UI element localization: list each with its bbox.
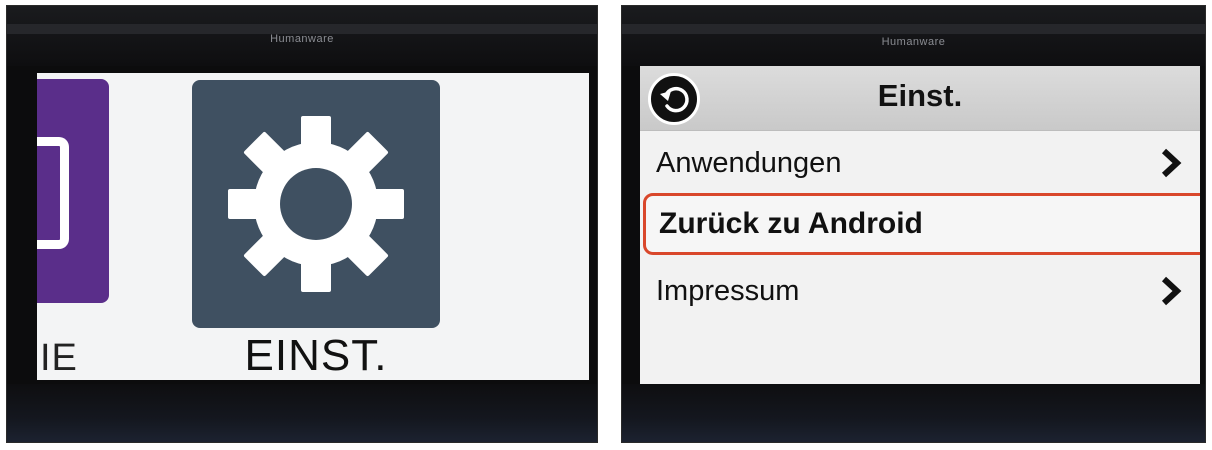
document-icon: [37, 137, 69, 249]
app-label-previous: IE: [40, 337, 78, 379]
app-label-settings: EINST.: [244, 331, 388, 380]
settings-screen: Einst. Anwendungen Zurück zu Android Imp…: [640, 66, 1200, 384]
right-device-photo: Humanware Einst. Anwendungen Zurück zu A…: [621, 5, 1206, 443]
app-tile-previous[interactable]: [37, 79, 109, 303]
menu-item-impressum[interactable]: Impressum: [640, 260, 1200, 322]
menu-item-zurueck-zu-android[interactable]: Zurück zu Android: [643, 193, 1200, 255]
brand-logo: Humanware: [881, 36, 946, 48]
chevron-right-icon: [1161, 276, 1182, 306]
left-device-photo: Humanware IE EINST.: [6, 5, 598, 443]
settings-header: Einst.: [640, 66, 1200, 131]
bottom-bezel: [622, 384, 1205, 442]
app-tile-settings[interactable]: [192, 80, 440, 328]
menu-item-label: Anwendungen: [656, 146, 842, 179]
app-carousel-screen: IE EINST.: [37, 73, 589, 380]
menu-item-anwendungen[interactable]: Anwendungen: [640, 132, 1200, 194]
menu-item-label: Zurück zu Android: [659, 207, 923, 240]
brand-logo: Humanware: [270, 33, 334, 45]
gear-icon: [228, 116, 404, 292]
bezel-stripe: [622, 24, 1205, 34]
bottom-bezel: [7, 384, 597, 442]
chevron-right-icon: [1161, 148, 1182, 178]
menu-item-label: Impressum: [656, 274, 800, 307]
page-title: Einst.: [877, 78, 963, 113]
